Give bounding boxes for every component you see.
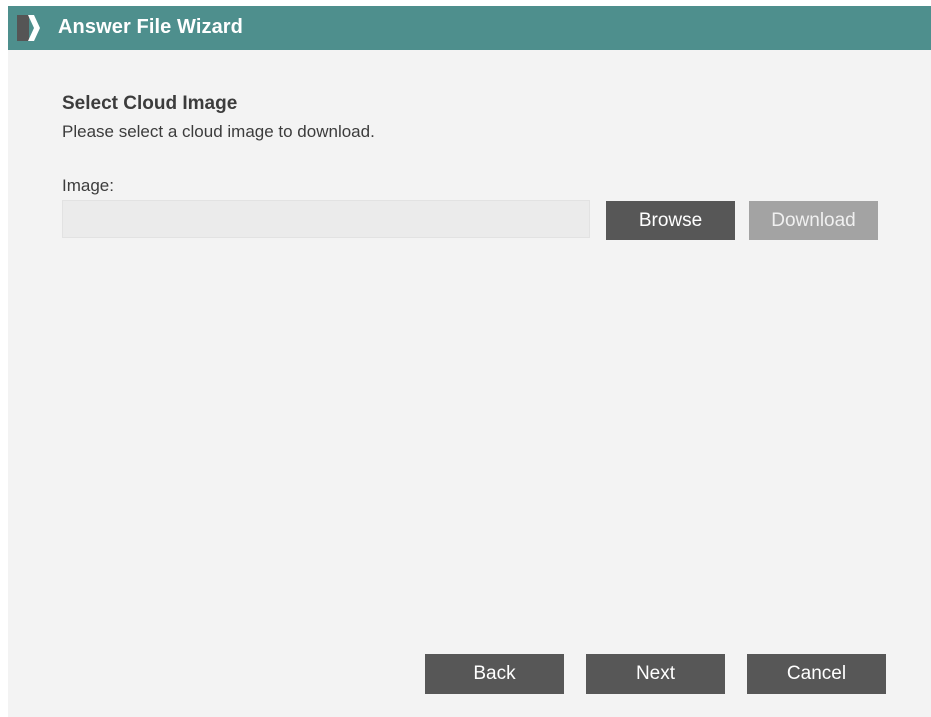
wizard-chevron-icon bbox=[14, 13, 44, 43]
image-path-input[interactable] bbox=[62, 200, 590, 238]
download-button[interactable]: Download bbox=[749, 201, 878, 240]
page-title: Select Cloud Image bbox=[62, 93, 238, 114]
title-bar: Answer File Wizard bbox=[8, 6, 931, 50]
window-title: Answer File Wizard bbox=[58, 16, 243, 38]
image-field-label: Image: bbox=[62, 176, 114, 195]
next-button[interactable]: Next bbox=[586, 654, 725, 694]
cancel-button[interactable]: Cancel bbox=[747, 654, 886, 694]
page-description: Please select a cloud image to download. bbox=[62, 122, 375, 141]
browse-button[interactable]: Browse bbox=[606, 201, 735, 240]
wizard-window: Answer File Wizard Select Cloud Image Pl… bbox=[8, 6, 931, 717]
back-button[interactable]: Back bbox=[425, 654, 564, 694]
